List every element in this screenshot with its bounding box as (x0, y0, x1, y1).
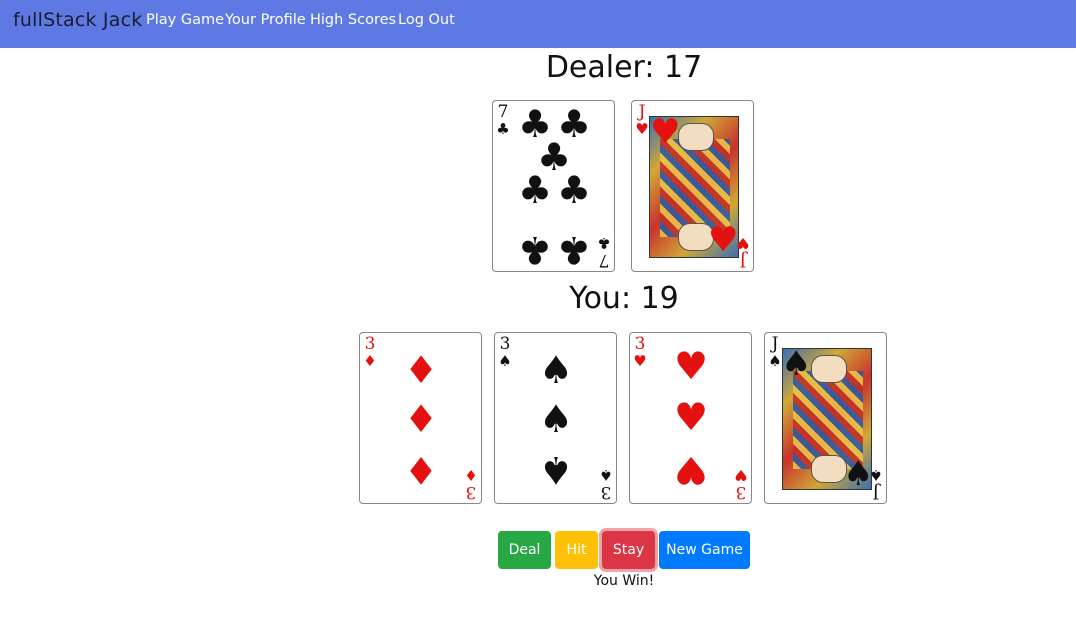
heart-pip-icon: ♥ (673, 344, 709, 388)
dealer-card-2: J ♥ ♥ ♥ J ♥ (631, 100, 754, 272)
card-corner-bottom: 3 ♠ (599, 466, 613, 502)
brand-title[interactable]: fullStack Jack (13, 9, 142, 31)
card-corner-top: 7 ♣ (496, 104, 510, 138)
nav-play-game[interactable]: Play Game (146, 12, 224, 28)
heart-pip-icon: ♥ (650, 112, 681, 152)
heart-icon: ♥ (635, 120, 649, 138)
spade-icon: ♠ (498, 352, 512, 370)
heart-icon: ♥ (633, 352, 647, 370)
nav-high-scores[interactable]: High Scores (310, 12, 396, 28)
card-corner-bottom: J ♠ (869, 466, 883, 502)
club-pip-icon: ♣ (517, 168, 553, 212)
diamond-icon: ♦ (464, 466, 478, 484)
club-icon: ♣ (597, 234, 611, 252)
spade-pip-icon: ♠ (538, 448, 574, 492)
heart-icon: ♥ (736, 234, 750, 252)
dealer-card-1: 7 ♣ ♣ ♣ ♣ ♣ ♣ ♣ ♣ 7 ♣ (492, 100, 615, 272)
player-card-3: 3 ♥ ♥ ♥ ♥ 3 ♥ (629, 332, 752, 504)
card-rank: 7 (598, 250, 610, 270)
navbar: fullStack Jack Play Game Your Profile Hi… (0, 0, 1076, 48)
nav-your-profile[interactable]: Your Profile (225, 12, 306, 28)
card-rank: J (872, 482, 880, 502)
card-corner-top: J ♥ (635, 104, 649, 138)
deal-button[interactable]: Deal (498, 531, 551, 569)
card-corner-bottom: J ♥ (736, 234, 750, 270)
game-result-text: You Win! (593, 573, 655, 589)
spade-icon: ♠ (768, 352, 782, 370)
card-rank: 3 (735, 482, 747, 502)
player-card-1: 3 ♦ ♦ ♦ ♦ 3 ♦ (359, 332, 482, 504)
club-pip-icon: ♣ (517, 228, 553, 272)
player-card-4: J ♠ ♠ ♠ J ♠ (764, 332, 887, 504)
card-rank: J (771, 334, 779, 354)
club-pip-icon: ♣ (556, 228, 592, 272)
card-corner-top: 3 ♥ (633, 336, 647, 370)
club-icon: ♣ (496, 120, 510, 138)
card-rank: 3 (600, 482, 612, 502)
player-card-2: 3 ♠ ♠ ♠ ♠ 3 ♠ (494, 332, 617, 504)
diamond-pip-icon: ♦ (403, 448, 439, 492)
card-rank: 3 (634, 334, 646, 354)
spade-pip-icon: ♠ (781, 344, 812, 384)
heart-pip-icon: ♥ (708, 220, 739, 260)
nav-log-out[interactable]: Log Out (398, 12, 455, 28)
hit-button[interactable]: Hit (555, 531, 598, 569)
card-corner-top: 3 ♦ (363, 336, 377, 370)
heart-pip-icon: ♥ (673, 395, 709, 439)
card-rank: J (739, 250, 747, 270)
card-rank: 3 (499, 334, 511, 354)
card-rank: 3 (465, 482, 477, 502)
card-corner-bottom: 3 ♥ (734, 466, 748, 502)
card-rank: J (638, 102, 646, 122)
card-corner-bottom: 3 ♦ (464, 466, 478, 502)
card-corner-top: J ♠ (768, 336, 782, 370)
club-pip-icon: ♣ (556, 168, 592, 212)
diamond-pip-icon: ♦ (403, 397, 439, 441)
card-corner-top: 3 ♠ (498, 336, 512, 370)
player-score-heading: You: 19 (569, 281, 679, 316)
dealer-score-heading: Dealer: 17 (545, 50, 703, 85)
heart-pip-icon: ♥ (673, 448, 709, 492)
card-rank: 7 (497, 102, 509, 122)
new-game-button[interactable]: New Game (659, 531, 750, 569)
diamond-pip-icon: ♦ (403, 348, 439, 392)
stay-button[interactable]: Stay (602, 531, 655, 569)
spade-icon: ♠ (599, 466, 613, 484)
spade-pip-icon: ♠ (538, 397, 574, 441)
spade-icon: ♠ (869, 466, 883, 484)
card-corner-bottom: 7 ♣ (597, 234, 611, 270)
card-rank: 3 (364, 334, 376, 354)
diamond-icon: ♦ (363, 352, 377, 370)
spade-pip-icon: ♠ (538, 348, 574, 392)
heart-icon: ♥ (734, 466, 748, 484)
